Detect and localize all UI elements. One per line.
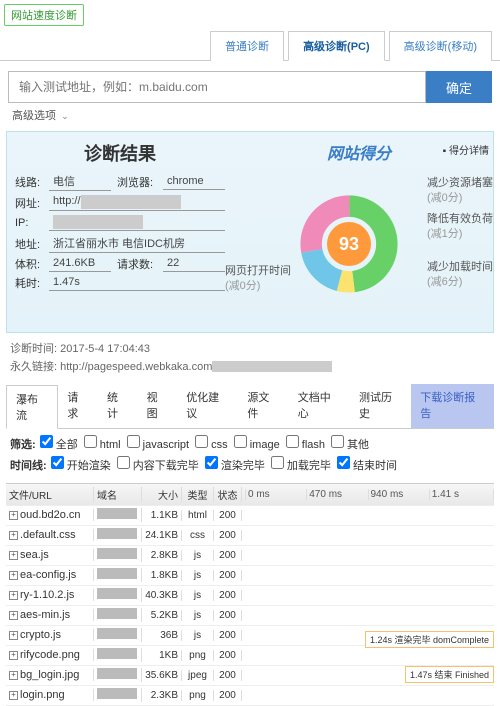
filter-html[interactable]: html (84, 439, 121, 451)
diagnosis-title: 诊断结果 (15, 140, 225, 166)
tab-source[interactable]: 源文件 (238, 384, 288, 428)
timeline-内容下载完毕[interactable]: 内容下载完毕 (117, 460, 199, 472)
page-badge: 网站速度诊断 (4, 4, 84, 26)
table-row[interactable]: +.default.css 24.1KBcss200 (6, 526, 494, 546)
tab-normal[interactable]: 普通诊断 (210, 31, 284, 61)
table-row[interactable]: +ea-config.js 1.8KBjs200 (6, 566, 494, 586)
url-bar: 确定 (8, 71, 492, 103)
expand-icon[interactable]: + (9, 691, 18, 700)
tab-download[interactable]: 下载诊断报告 (411, 384, 494, 428)
timeline-加载完毕[interactable]: 加载完毕 (271, 460, 331, 472)
score-panel: 网站得分 ▪ 得分详情 93 减少资源堵塞(减0分) 降低有效负荷(减1分) 减… (225, 140, 489, 324)
filter-全部[interactable]: 全部 (40, 439, 78, 451)
filter-flash[interactable]: flash (286, 439, 325, 451)
filters: 筛选: 全部 html javascript css image flash 其… (10, 435, 490, 477)
tab-history[interactable]: 测试历史 (350, 384, 411, 428)
table-row[interactable]: +sea.js 2.8KBjs200 (6, 546, 494, 566)
score-value: 93 (327, 222, 371, 266)
result-tabs: 瀑布流 请求 统计 视图 优化建议 源文件 文档中心 测试历史 下载诊断报告 (6, 384, 494, 429)
filter-javascript[interactable]: javascript (127, 439, 190, 451)
tab-waterfall[interactable]: 瀑布流 (6, 385, 58, 429)
donut-chart: 93 (299, 194, 399, 294)
tab-stats[interactable]: 统计 (98, 384, 138, 428)
table-row[interactable]: +rifycode.png 1KBpng200 (6, 646, 494, 666)
tab-view[interactable]: 视图 (138, 384, 178, 428)
table-row[interactable]: +oud.bd2o.cn 1.1KBhtml200 189ms 开始渲染 dom… (6, 506, 494, 526)
diagnosis-panel: 诊断结果 线路:电信浏览器:chrome 网址:http://x IP:x 地址… (15, 140, 225, 324)
timeline-结束时间[interactable]: 结束时间 (337, 460, 397, 472)
table-row[interactable]: +aes-min.js 5.2KBjs200 (6, 606, 494, 626)
expand-icon[interactable]: + (9, 511, 18, 520)
expand-icon[interactable]: + (9, 591, 18, 600)
tab-mobile[interactable]: 高级诊断(移动) (389, 31, 492, 61)
expand-icon[interactable]: + (9, 551, 18, 560)
tab-docs[interactable]: 文档中心 (289, 384, 350, 428)
expand-icon[interactable]: + (9, 611, 18, 620)
advanced-toggle[interactable]: 高级选项 ⌄ (12, 107, 488, 123)
submit-button[interactable]: 确定 (426, 71, 492, 103)
url-input[interactable] (8, 71, 426, 103)
chevron-down-icon: ⌄ (61, 111, 69, 122)
timeline-开始渲染[interactable]: 开始渲染 (51, 460, 111, 472)
table-row[interactable]: +ry-1.10.2.js 40.3KBjs200 (6, 586, 494, 606)
filter-image[interactable]: image (234, 439, 280, 451)
expand-icon[interactable]: + (9, 671, 18, 680)
filter-其他[interactable]: 其他 (331, 439, 369, 451)
waterfall-table: 文件/URL 域名 大小 类型 状态 0 ms470 ms940 ms1.41 … (6, 483, 494, 706)
expand-icon[interactable]: + (9, 571, 18, 580)
tab-requests[interactable]: 请求 (58, 384, 98, 428)
timeline-渲染完毕[interactable]: 渲染完毕 (205, 460, 265, 472)
filter-css[interactable]: css (195, 439, 228, 451)
mode-tabs: 普通诊断 高级诊断(PC) 高级诊断(移动) (0, 30, 500, 61)
tab-pc[interactable]: 高级诊断(PC) (288, 31, 385, 61)
tab-suggest[interactable]: 优化建议 (177, 384, 238, 428)
expand-icon[interactable]: + (9, 631, 18, 640)
score-detail-link[interactable]: ▪ 得分详情 (443, 142, 489, 157)
expand-icon[interactable]: + (9, 531, 18, 540)
expand-icon[interactable]: + (9, 651, 18, 660)
table-row[interactable]: +login.png 2.3KBpng200 (6, 686, 494, 706)
